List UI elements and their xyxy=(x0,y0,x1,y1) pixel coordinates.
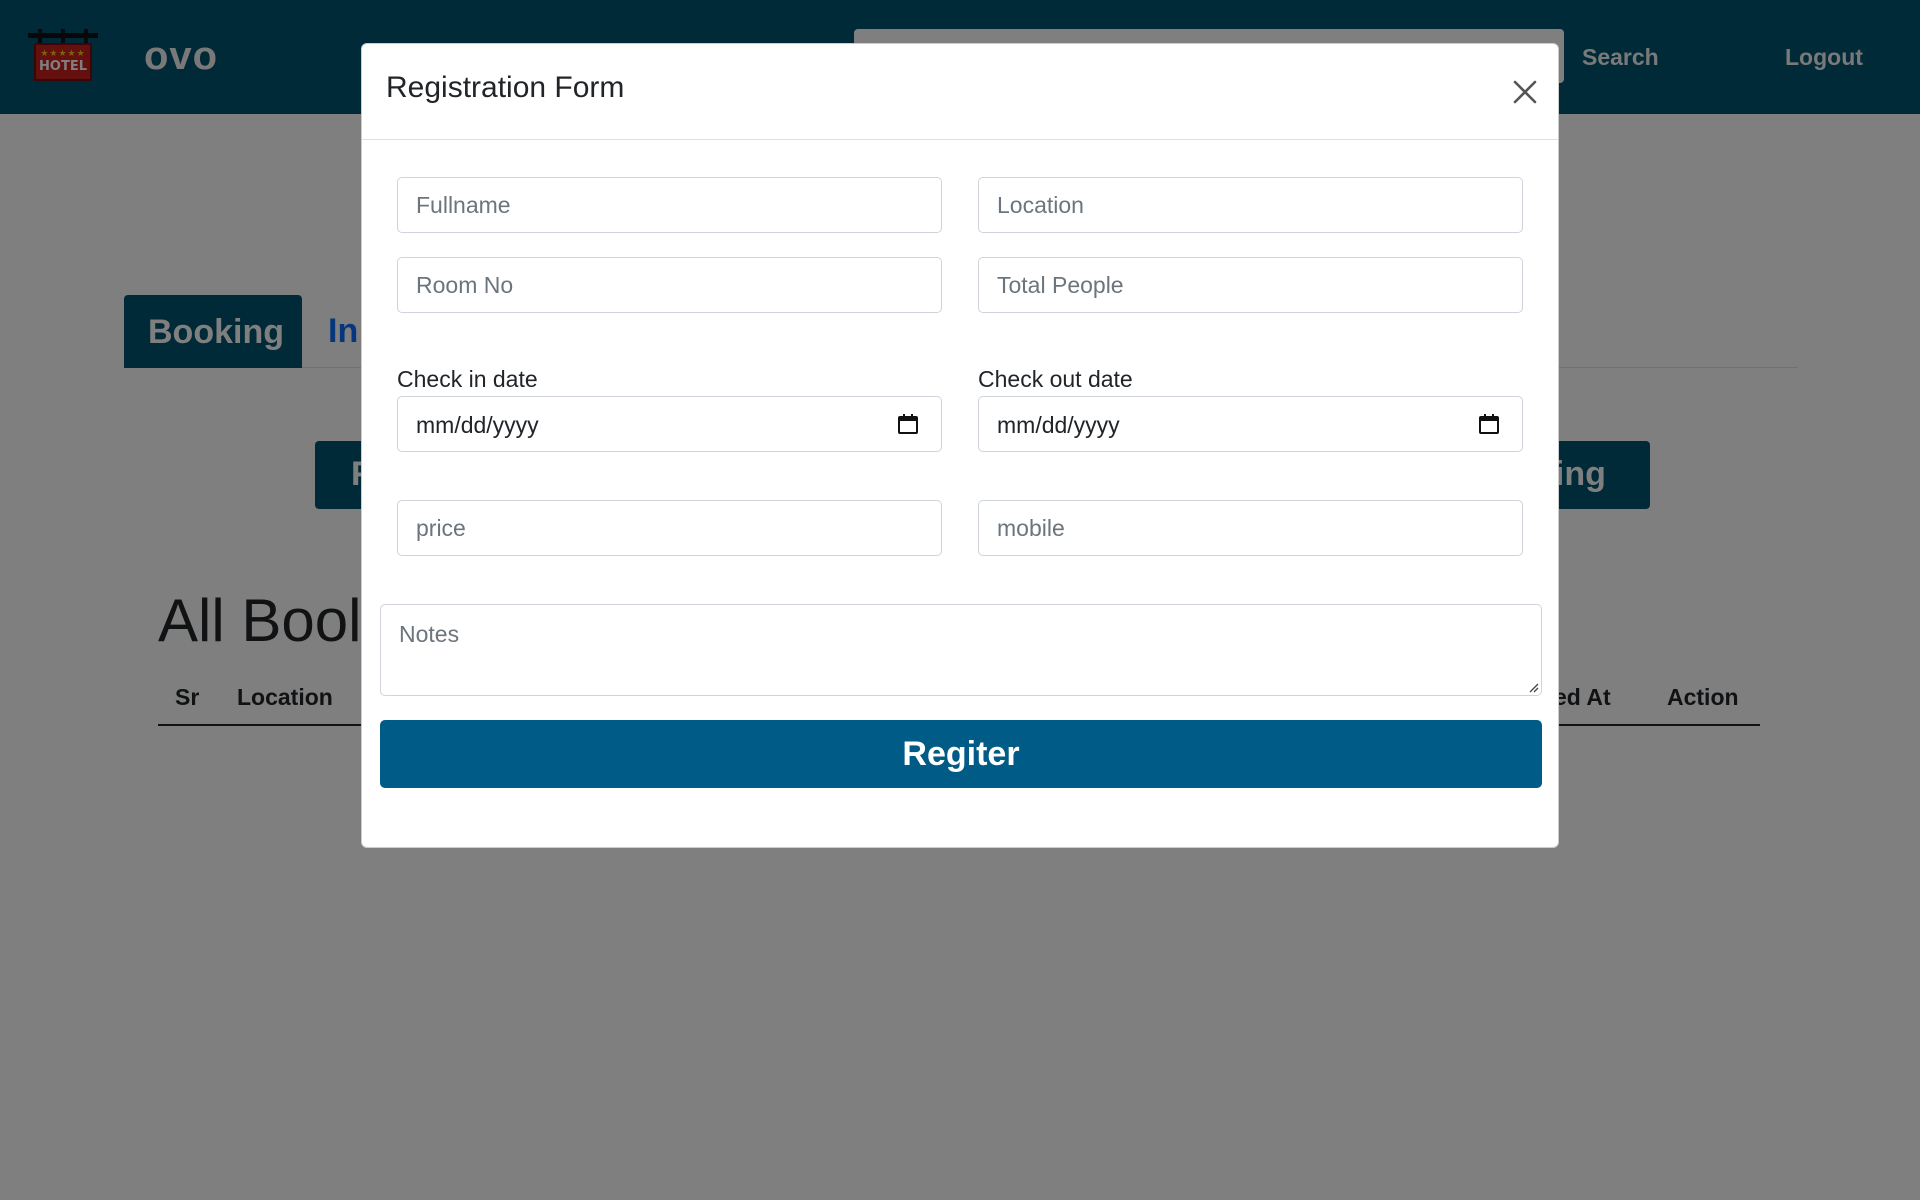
mobile-field[interactable] xyxy=(978,500,1523,556)
check-out-label: Check out date xyxy=(978,366,1133,392)
modal-title: Registration Form xyxy=(386,71,625,104)
check-out-date-value: mm/dd/yyyy xyxy=(997,412,1120,438)
register-button[interactable]: Regiter xyxy=(380,720,1542,788)
check-in-date-value: mm/dd/yyyy xyxy=(416,412,539,438)
price-field[interactable] xyxy=(397,500,942,556)
check-out-date-input[interactable]: mm/dd/yyyy xyxy=(978,396,1523,452)
registration-modal: Registration Form Check in date Check ou… xyxy=(361,43,1559,848)
close-icon xyxy=(1513,80,1537,104)
calendar-icon[interactable] xyxy=(897,413,919,435)
fullname-field[interactable] xyxy=(397,177,942,233)
check-in-label: Check in date xyxy=(397,366,538,392)
check-in-date-input[interactable]: mm/dd/yyyy xyxy=(397,396,942,452)
total-people-field[interactable] xyxy=(978,257,1523,313)
resize-grip-icon[interactable] xyxy=(1527,681,1539,693)
room-no-field[interactable] xyxy=(397,257,942,313)
close-button[interactable] xyxy=(1505,72,1545,112)
location-field[interactable] xyxy=(978,177,1523,233)
modal-header: Registration Form xyxy=(362,44,1558,140)
notes-textarea[interactable] xyxy=(380,604,1542,696)
calendar-icon[interactable] xyxy=(1478,413,1500,435)
